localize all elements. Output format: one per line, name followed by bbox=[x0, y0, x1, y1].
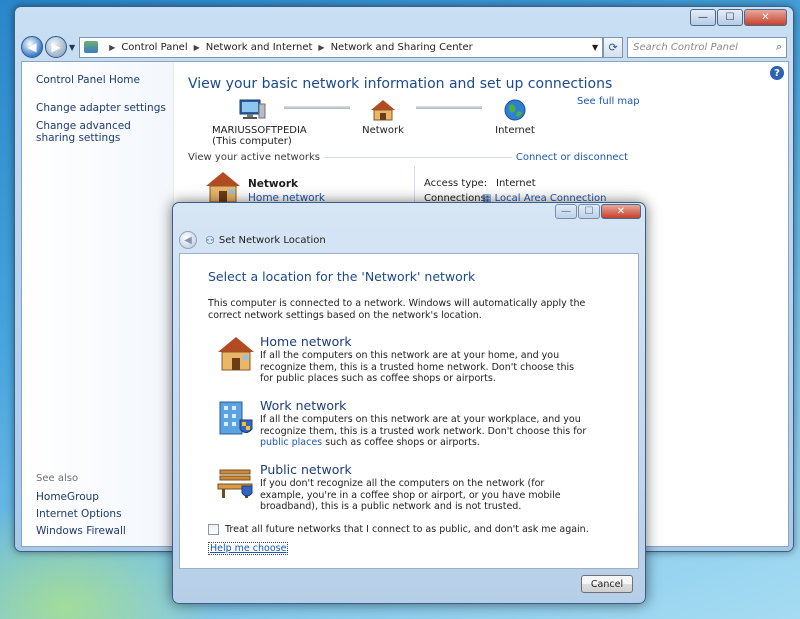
breadcrumb-network-internet[interactable]: Network and Internet bbox=[206, 42, 313, 53]
recent-pages-dropdown[interactable]: ▼ bbox=[69, 43, 75, 52]
dialog-close-button[interactable]: ✕ bbox=[601, 204, 641, 219]
internet-node-label: Internet bbox=[495, 125, 535, 136]
active-network-name: Network bbox=[248, 178, 299, 190]
home-network-title: Home network bbox=[260, 334, 352, 349]
forward-button[interactable]: ▶ bbox=[45, 36, 67, 58]
home-network-desc: If all the computers on this network are… bbox=[260, 350, 575, 384]
sidebar-change-advanced-sharing[interactable]: Change advanced sharing settings bbox=[36, 120, 156, 144]
minimize-button[interactable]: — bbox=[690, 9, 716, 26]
house-icon bbox=[371, 100, 395, 121]
network-icon: ⚇ bbox=[205, 233, 215, 247]
sidebar-homegroup[interactable]: HomeGroup bbox=[36, 491, 99, 503]
link-line-computer-network bbox=[284, 106, 350, 109]
divider bbox=[323, 157, 512, 158]
breadcrumb-control-panel[interactable]: Control Panel bbox=[121, 42, 187, 53]
back-button[interactable]: ◀ bbox=[21, 36, 43, 58]
access-type-label: Access type: bbox=[424, 178, 488, 189]
window-controls: — ☐ ✕ bbox=[689, 9, 787, 26]
search-input[interactable]: Search Control Panel ⌕ bbox=[627, 36, 787, 58]
chevron-right-icon[interactable]: ▶ bbox=[194, 43, 200, 52]
link-line-network-internet bbox=[416, 106, 482, 109]
work-network-title: Work network bbox=[260, 398, 347, 413]
sidebar-internet-options[interactable]: Internet Options bbox=[36, 508, 122, 520]
dialog-title: Set Network Location bbox=[218, 234, 326, 246]
dialog-back-button[interactable]: ◀ bbox=[179, 231, 197, 249]
help-icon[interactable]: ? bbox=[770, 66, 784, 80]
work-network-desc-tail: such as coffee shops or airports. bbox=[322, 437, 480, 448]
dialog-minimize-button[interactable]: — bbox=[555, 204, 577, 219]
dialog-window-controls: — ☐ ✕ bbox=[554, 204, 641, 219]
page-title: View your basic network information and … bbox=[188, 76, 613, 92]
chevron-right-icon[interactable]: ▶ bbox=[109, 43, 115, 52]
connect-disconnect-link[interactable]: Connect or disconnect bbox=[516, 152, 628, 163]
sidebar-control-panel-home[interactable]: Control Panel Home bbox=[36, 74, 140, 86]
public-places-link[interactable]: public places bbox=[260, 437, 322, 448]
sidebar: Control Panel Home Change adapter settin… bbox=[22, 62, 174, 546]
treat-as-public-checkbox[interactable] bbox=[208, 524, 219, 535]
see-also-heading: See also bbox=[36, 473, 79, 484]
house-icon bbox=[206, 172, 240, 203]
public-network-desc: If you don't recognize all the computers… bbox=[260, 478, 561, 512]
help-me-choose-link[interactable]: Help me choose bbox=[208, 542, 289, 555]
control-panel-icon bbox=[84, 41, 99, 53]
house-icon bbox=[218, 337, 254, 371]
chevron-right-icon[interactable]: ▶ bbox=[318, 43, 324, 52]
public-network-title: Public network bbox=[260, 462, 352, 477]
this-computer-node[interactable]: MARIUSSOFTPEDIA (This computer) bbox=[212, 98, 307, 147]
office-building-icon bbox=[219, 401, 253, 435]
globe-icon bbox=[504, 99, 526, 121]
see-full-map-link[interactable]: See full map bbox=[577, 96, 640, 107]
search-placeholder: Search Control Panel bbox=[633, 41, 738, 53]
dialog-heading: Select a location for the 'Network' netw… bbox=[208, 269, 476, 284]
treat-as-public-label: Treat all future networks that I connect… bbox=[225, 524, 589, 535]
divider bbox=[414, 166, 415, 206]
work-network-desc-text: If all the computers on this network are… bbox=[260, 414, 587, 437]
active-networks-label: View your active networks bbox=[188, 152, 320, 163]
sidebar-windows-firewall[interactable]: Windows Firewall bbox=[36, 525, 126, 537]
computer-icon bbox=[239, 99, 266, 119]
treat-as-public-checkbox-row[interactable]: Treat all future networks that I connect… bbox=[208, 524, 589, 535]
park-bench-icon bbox=[217, 469, 253, 498]
dialog-body: Select a location for the 'Network' netw… bbox=[179, 253, 639, 569]
internet-node[interactable]: Internet bbox=[490, 98, 540, 136]
network-node-label: Network bbox=[362, 125, 404, 136]
cancel-button[interactable]: Cancel bbox=[581, 575, 633, 593]
dialog-intro: This computer is connected to a network.… bbox=[208, 298, 586, 321]
network-node[interactable]: Network bbox=[358, 98, 408, 136]
dialog-maximize-button[interactable]: ☐ bbox=[578, 204, 600, 219]
address-dropdown-icon[interactable]: ▼ bbox=[592, 43, 598, 52]
computer-sub: (This computer) bbox=[212, 136, 292, 147]
access-type-value: Internet bbox=[496, 178, 536, 189]
address-toolbar: ◀ ▶ ▼ ▶ Control Panel ▶ Network and Inte… bbox=[21, 35, 787, 59]
active-networks-header: View your active networks Connect or dis… bbox=[188, 152, 628, 163]
search-icon[interactable]: ⌕ bbox=[776, 40, 782, 54]
set-network-location-dialog: — ☐ ✕ ◀ ⚇ Set Network Location Select a … bbox=[172, 202, 646, 604]
address-bar[interactable]: ▶ Control Panel ▶ Network and Internet ▶… bbox=[79, 36, 604, 58]
breadcrumb-network-sharing[interactable]: Network and Sharing Center bbox=[331, 42, 473, 53]
refresh-button[interactable]: ⟳ bbox=[603, 36, 624, 58]
close-button[interactable]: ✕ bbox=[744, 9, 787, 26]
computer-name: MARIUSSOFTPEDIA bbox=[212, 125, 307, 136]
work-network-desc: If all the computers on this network are… bbox=[260, 414, 590, 449]
sidebar-change-adapter-settings[interactable]: Change adapter settings bbox=[36, 102, 166, 114]
dialog-header: ◀ ⚇ Set Network Location bbox=[179, 229, 326, 251]
maximize-button[interactable]: ☐ bbox=[717, 9, 743, 26]
